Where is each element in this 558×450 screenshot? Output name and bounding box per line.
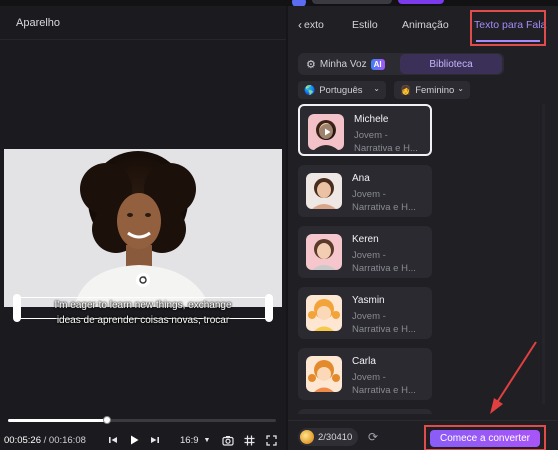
subtitle-line-1[interactable]: I'm eager to learn new things, exchange <box>0 300 286 311</box>
camera-snapshot-icon[interactable] <box>222 435 234 446</box>
avatar <box>306 173 342 209</box>
language-value: Português <box>319 84 363 96</box>
tab-estilo[interactable]: Estilo <box>352 19 378 31</box>
time-separator: / <box>40 434 49 446</box>
voice-description: Jovem - Narrativa e H... <box>354 130 418 154</box>
coin-icon <box>300 430 314 444</box>
fullscreen-icon[interactable] <box>266 434 277 446</box>
chevron-down-icon: ⌄ <box>373 84 380 93</box>
voice-card-keren[interactable]: Keren Jovem - Narrativa e H... <box>298 226 432 278</box>
rotate-handle-icon[interactable] <box>136 273 150 287</box>
previous-frame-icon[interactable] <box>108 435 118 445</box>
globe-icon: 🌎 <box>304 84 316 95</box>
text-to-speech-panel: ‹ exto Estilo Animação Texto para Fala ⚙… <box>288 6 558 450</box>
highlight-box <box>470 10 546 46</box>
player-panel: Aparelho I'm eager to learn new things, … <box>0 6 286 450</box>
credits-counter: 2/30410 <box>298 428 359 446</box>
total-time: 00:16:08 <box>48 434 86 446</box>
library-option[interactable]: Biblioteca <box>400 54 502 74</box>
voice-name: Keren <box>352 234 379 245</box>
gear-icon: ⚙ <box>306 58 316 71</box>
tab-animacao[interactable]: Animação <box>402 19 449 31</box>
voice-card-carla[interactable]: Carla Jovem - Narrativa e H... <box>298 348 432 400</box>
voice-description: Jovem - Narrativa e H... <box>352 372 416 396</box>
play-preview-icon[interactable] <box>319 124 335 140</box>
woman-icon: 👩 <box>400 84 412 95</box>
aspect-ratio-value: 16:9 <box>180 434 199 446</box>
progress-fill <box>8 419 108 422</box>
voice-name: Michele <box>354 114 389 125</box>
start-convert-button[interactable]: Comece a converter <box>430 430 540 447</box>
credits-value: 2/30410 <box>318 431 353 443</box>
voice-description: Jovem - Narrativa e H... <box>352 311 416 335</box>
avatar <box>306 356 342 392</box>
aspect-ratio-select[interactable]: 16:9 ▼ <box>180 435 210 446</box>
voice-card-yasmin[interactable]: Yasmin Jovem - Narrativa e H... <box>298 287 432 339</box>
chevron-down-icon: ▼ <box>203 436 211 444</box>
tab-texto[interactable]: exto <box>304 19 324 31</box>
time-display: 00:05:26 / 00:16:08 <box>4 435 86 446</box>
top-action-button[interactable] <box>398 0 444 4</box>
play-icon[interactable] <box>128 434 140 446</box>
my-voice-option[interactable]: ⚙ Minha Voz AI <box>306 53 385 75</box>
voice-description: Jovem - Narrativa e H... <box>352 250 416 274</box>
player-title: Aparelho <box>0 6 286 40</box>
my-voice-label: Minha Voz <box>319 58 367 70</box>
progress-knob[interactable] <box>103 416 112 424</box>
gender-value: Feminino <box>415 84 455 96</box>
voice-card-partial[interactable] <box>298 409 432 414</box>
voice-card-michele[interactable]: Michele Jovem - Narrativa e H... <box>298 104 432 156</box>
ai-badge: AI <box>370 58 385 70</box>
chevron-left-icon[interactable]: ‹ <box>298 18 302 32</box>
playback-progress-bar[interactable] <box>8 416 276 424</box>
voice-name: Carla <box>352 356 376 367</box>
top-button[interactable] <box>312 0 392 4</box>
gender-filter[interactable]: 👩 Feminino ⌄ <box>394 81 470 99</box>
library-label: Biblioteca <box>429 58 473 70</box>
voice-list-scrollbar[interactable] <box>542 104 545 404</box>
voice-name: Yasmin <box>352 295 385 306</box>
tab-bar: ‹ exto Estilo Animação Texto para Fala <box>288 6 558 46</box>
next-frame-icon[interactable] <box>150 435 160 445</box>
refresh-icon[interactable]: ⟳ <box>368 430 378 444</box>
convert-bar: 2/30410 ⟳ Comece a converter <box>288 420 558 450</box>
current-time: 00:05:26 <box>4 434 41 446</box>
subtitle-line-2[interactable]: ideas de aprender coisas novas, trocar <box>0 315 286 326</box>
voice-list: Michele Jovem - Narrativa e H... Ana Jov… <box>298 104 534 414</box>
chevron-down-icon: ⌄ <box>457 84 464 93</box>
playback-controls: 00:05:26 / 00:16:08 16:9 ▼ <box>0 430 286 450</box>
grid-icon[interactable] <box>244 435 255 446</box>
language-filter[interactable]: 🌎 Português ⌄ <box>298 81 386 99</box>
avatar <box>306 295 342 331</box>
video-stage[interactable]: I'm eager to learn new things, exchange … <box>0 41 286 414</box>
avatar <box>306 234 342 270</box>
voice-source-toggle: ⚙ Minha Voz AI Biblioteca <box>298 53 504 75</box>
voice-card-ana[interactable]: Ana Jovem - Narrativa e H... <box>298 165 432 217</box>
voice-description: Jovem - Narrativa e H... <box>352 189 416 213</box>
voice-name: Ana <box>352 173 370 184</box>
